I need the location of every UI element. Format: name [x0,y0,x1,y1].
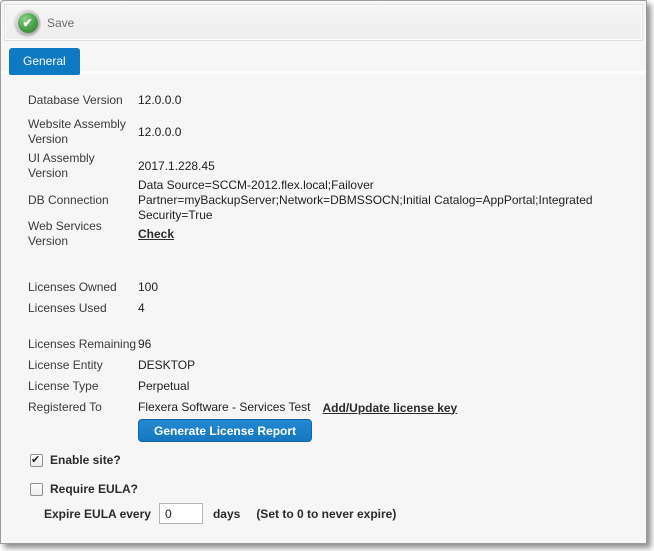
save-button[interactable]: ✔ Save [15,10,74,35]
field-licenses-owned: Licenses Owned 100 [28,277,646,298]
field-website-assembly-version: Website Assembly Version 12.0.0.0 [28,117,646,147]
field-value: Data Source=SCCM-2012.flex.local;Failove… [138,178,646,223]
require-eula-label: Require EULA? [50,482,138,496]
field-value: 96 [138,337,151,352]
field-license-entity: License Entity DESKTOP [28,355,646,376]
spacer [28,249,646,277]
field-value: Flexera Software - Services Test [138,400,311,415]
field-label: Website Assembly Version [28,117,138,147]
field-value: 12.0.0.0 [138,93,181,108]
field-label: Registered To [28,400,138,415]
field-value: DESKTOP [138,358,195,373]
field-label: Web Services Version [28,219,138,249]
settings-panel: ✔ Save General Database Version 12.0.0.0… [0,0,647,544]
enable-site-row: Enable site? [30,453,646,467]
save-check-icon: ✔ [18,13,38,33]
field-license-type: License Type Perpetual [28,376,646,397]
field-web-services-version: Web Services Version Check [28,219,646,249]
field-value: 2017.1.228.45 [138,159,215,174]
field-registered-to: Registered To Flexera Software - Service… [28,397,646,418]
field-label: UI Assembly Version [28,151,138,181]
spacer [28,467,646,482]
field-value: 100 [138,280,158,295]
field-db-connection: DB Connection Data Source=SCCM-2012.flex… [28,185,646,215]
field-label: Licenses Used [28,301,138,316]
expire-eula-label: Expire EULA every [44,507,151,521]
field-label: License Type [28,379,138,394]
field-licenses-used: Licenses Used 4 [28,298,646,319]
field-database-version: Database Version 12.0.0.0 [28,90,646,111]
generate-report-row: Generate License Report [28,419,646,442]
save-icon-ring: ✔ [15,10,40,35]
field-ui-assembly-version: UI Assembly Version 2017.1.228.45 [28,151,646,181]
field-label: DB Connection [28,193,138,208]
field-label: Licenses Owned [28,280,138,295]
tab-general[interactable]: General [9,48,80,75]
field-value: 12.0.0.0 [138,125,181,140]
generate-license-report-button[interactable]: Generate License Report [138,419,312,442]
field-value: Perpetual [138,379,189,394]
expire-hint-label: (Set to 0 to never expire) [256,507,396,521]
save-button-label: Save [47,16,74,30]
add-update-license-key-link[interactable]: Add/Update license key [323,401,458,415]
field-label: Database Version [28,93,138,108]
field-value: 4 [138,301,145,316]
field-label: Licenses Remaining [28,337,138,352]
toolbar: ✔ Save [4,4,643,41]
enable-site-checkbox[interactable] [30,454,43,467]
expire-eula-row: Expire EULA every days (Set to 0 to neve… [44,503,646,524]
require-eula-row: Require EULA? [30,482,646,496]
field-label: License Entity [28,358,138,373]
field-licenses-remaining: Licenses Remaining 96 [28,334,646,355]
days-label: days [213,507,240,521]
check-web-services-link[interactable]: Check [138,227,174,241]
enable-site-label: Enable site? [50,453,121,467]
tab-strip: General [1,44,646,74]
spacer [28,442,646,453]
spacer [28,496,646,503]
spacer [28,319,646,334]
require-eula-checkbox[interactable] [30,483,43,496]
general-settings-form: Database Version 12.0.0.0 Website Assemb… [1,74,646,524]
expire-eula-days-input[interactable] [159,503,203,524]
